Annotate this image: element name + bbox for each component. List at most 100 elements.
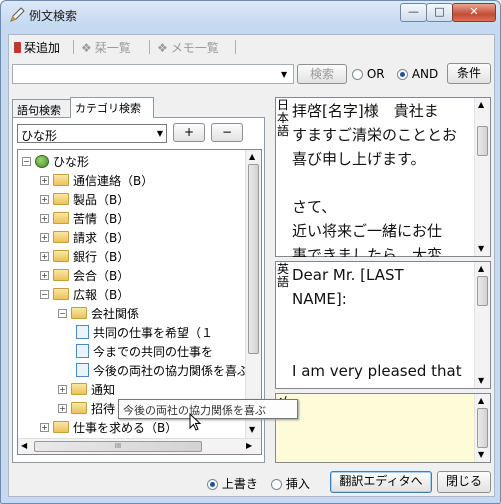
japanese-text[interactable]: 拝啓[名字]様 貴社ま すますご清栄のこととお 喜び申し上げます。 さて、 近い将来ご一… bbox=[292, 99, 472, 257]
collapse-icon[interactable]: − bbox=[40, 289, 49, 299]
tree-folder-item[interactable]: − 広報（B） bbox=[40, 285, 129, 303]
tree-item-label: 今後の両社の協力関係を喜ぶ bbox=[93, 363, 250, 378]
and-radio[interactable]: AND bbox=[397, 67, 438, 81]
pen-icon bbox=[10, 7, 25, 22]
client-area: 栞追加 ❖ 栞一覧 ❖ メモ一覧 ▼ 検索 OR AND 条件 語句検索 カテゴ… bbox=[8, 34, 495, 497]
or-radio[interactable]: OR bbox=[352, 67, 385, 81]
toolbar-separator bbox=[73, 40, 74, 54]
tab-category-search[interactable]: カテゴリ検索 bbox=[70, 97, 154, 118]
tree-folder-item[interactable]: + 招待 bbox=[58, 399, 115, 417]
close-window-button[interactable]: ✕ bbox=[452, 3, 496, 22]
japanese-scrollbar[interactable]: ▲ ▼ bbox=[474, 98, 490, 256]
tree-item-label: 通信連絡（B） bbox=[73, 173, 154, 188]
search-button-label: 検索 bbox=[309, 67, 334, 81]
expand-icon[interactable]: + bbox=[40, 194, 49, 204]
scroll-up-icon[interactable]: ▲ bbox=[478, 264, 484, 273]
search-input[interactable] bbox=[12, 64, 294, 84]
tree-folder-item[interactable]: + 請求（B） bbox=[40, 228, 129, 246]
scroll-left-icon[interactable]: ◀ bbox=[21, 441, 27, 450]
text-line: すますご清栄のこととお bbox=[292, 126, 458, 144]
scroll-down-icon[interactable]: ▼ bbox=[478, 244, 484, 253]
english-scrollbar[interactable]: ▲ ▼ bbox=[474, 262, 490, 388]
mouse-cursor-icon bbox=[189, 413, 201, 431]
memo-list-icon: ❖ bbox=[157, 40, 168, 55]
japanese-pane[interactable]: 日本語 拝啓[名字]様 貴社ま すますご清栄のこととお 喜び申し上げます。 さて、 近い… bbox=[275, 97, 491, 257]
scroll-up-icon[interactable]: ▲ bbox=[249, 152, 255, 161]
condition-button[interactable]: 条件 bbox=[447, 63, 491, 84]
insert-label: 挿入 bbox=[285, 477, 310, 491]
scroll-right-icon[interactable]: ▶ bbox=[246, 441, 252, 450]
scroll-up-icon[interactable]: ▲ bbox=[478, 100, 484, 109]
close-button[interactable]: 閉じる bbox=[437, 471, 491, 493]
collapse-icon[interactable]: − bbox=[22, 156, 31, 166]
memo-list-button[interactable]: ❖ メモ一覧 bbox=[157, 39, 219, 56]
tree-leaf-item[interactable]: 今までの共同の仕事を bbox=[76, 342, 213, 360]
title-bar[interactable]: 例文検索 — □ ✕ bbox=[1, 1, 500, 27]
memo-scrollbar[interactable]: ▲ ▼ bbox=[474, 394, 490, 462]
search-button[interactable]: 検索 bbox=[297, 64, 347, 84]
expand-icon[interactable]: + bbox=[58, 384, 67, 394]
tree-folder-item[interactable]: + 通知 bbox=[58, 380, 115, 398]
tree-item-label: 苦情（B） bbox=[73, 211, 130, 226]
document-icon bbox=[76, 363, 89, 377]
tree-folder-item[interactable]: + 会合（B） bbox=[40, 266, 129, 284]
tree-folder-item[interactable]: + 通信連絡（B） bbox=[40, 171, 153, 189]
search-dropdown-arrow-icon[interactable]: ▼ bbox=[281, 70, 287, 79]
tree-folder-item[interactable]: + 苦情（B） bbox=[40, 209, 129, 227]
translate-editor-button[interactable]: 翻訳エディタへ bbox=[330, 471, 432, 493]
category-select-value: ひな形 bbox=[21, 129, 58, 143]
insert-radio[interactable]: 挿入 bbox=[271, 475, 310, 492]
add-bookmark-button[interactable]: 栞追加 bbox=[14, 39, 60, 56]
expand-icon[interactable]: + bbox=[40, 422, 49, 432]
tree-vertical-scrollbar[interactable]: ▲ ▼ bbox=[245, 150, 261, 438]
text-line bbox=[292, 171, 472, 195]
bookmark-add-icon bbox=[14, 42, 21, 53]
expand-icon[interactable]: + bbox=[40, 251, 49, 261]
tree-folder-item[interactable]: + 製品（B） bbox=[40, 190, 129, 208]
tree-item-label: 広報（B） bbox=[73, 287, 130, 302]
scroll-down-icon[interactable]: ▼ bbox=[478, 450, 484, 459]
memo-pane[interactable]: メモ ▲ ▼ bbox=[275, 393, 491, 463]
overwrite-radio-icon bbox=[207, 479, 218, 490]
overwrite-radio[interactable]: 上書き bbox=[207, 475, 258, 492]
japanese-scroll-thumb[interactable] bbox=[477, 126, 488, 156]
globe-folder-icon bbox=[35, 154, 49, 168]
bookmark-list-button[interactable]: ❖ 栞一覧 bbox=[81, 39, 131, 56]
english-pane[interactable]: 英語 Dear Mr. [LAST NAME]: I am very pleased… bbox=[275, 261, 491, 389]
memo-scroll-thumb[interactable] bbox=[477, 408, 488, 448]
folder-icon bbox=[53, 193, 69, 205]
tree-horizontal-scrollbar[interactable]: ◀ III ▶ bbox=[18, 438, 261, 454]
tree-leaf-item[interactable]: 共同の仕事を希望（１ bbox=[76, 323, 213, 341]
english-text[interactable]: Dear Mr. [LAST NAME]: I am very pleased th… bbox=[292, 263, 472, 389]
folder-icon bbox=[53, 250, 69, 262]
vertical-scroll-thumb[interactable] bbox=[248, 164, 259, 354]
tree-folder-item[interactable]: + 仕事を求める（B） bbox=[40, 418, 177, 436]
english-scroll-thumb[interactable] bbox=[477, 276, 488, 306]
scroll-down-icon[interactable]: ▼ bbox=[478, 376, 484, 385]
tree-leaf-item[interactable]: 今後の両社の協力関係を喜ぶ bbox=[76, 361, 249, 379]
text-line: 拝啓[名字]様 貴社ま bbox=[292, 102, 439, 120]
remove-category-button[interactable]: − bbox=[211, 123, 243, 142]
minimize-button[interactable]: — bbox=[400, 3, 427, 22]
tree-root[interactable]: − ひな形 bbox=[22, 152, 89, 170]
expand-icon[interactable]: + bbox=[58, 403, 67, 413]
maximize-button[interactable]: □ bbox=[426, 3, 453, 22]
tree-item-label: 請求（B） bbox=[73, 230, 130, 245]
tree-folder-item[interactable]: − 会社関係 bbox=[58, 304, 139, 322]
add-category-button[interactable]: + bbox=[173, 123, 205, 142]
collapse-icon[interactable]: − bbox=[58, 308, 67, 318]
expand-icon[interactable]: + bbox=[40, 175, 49, 185]
scroll-down-icon[interactable]: ▼ bbox=[249, 425, 255, 434]
expand-icon[interactable]: + bbox=[40, 270, 49, 280]
overwrite-label: 上書き bbox=[221, 477, 258, 491]
horizontal-scroll-thumb[interactable]: III bbox=[34, 441, 202, 452]
expand-icon[interactable]: + bbox=[40, 232, 49, 242]
expand-icon[interactable]: + bbox=[40, 213, 49, 223]
tab-phrase-search[interactable]: 語句検索 bbox=[12, 99, 71, 117]
tree-folder-item[interactable]: + 銀行（B） bbox=[40, 247, 129, 265]
memo-text[interactable] bbox=[292, 395, 472, 463]
category-select[interactable]: ひな形 ▼ bbox=[17, 124, 167, 143]
text-line: さて、 bbox=[292, 198, 337, 216]
scroll-up-icon[interactable]: ▲ bbox=[478, 396, 484, 405]
text-line bbox=[292, 311, 472, 335]
